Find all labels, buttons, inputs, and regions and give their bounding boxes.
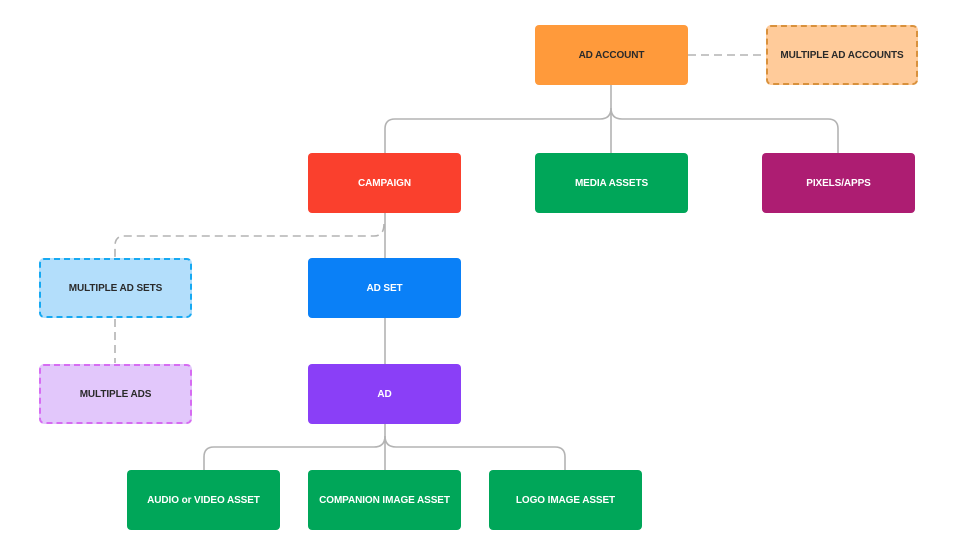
node-ad-set: AD SET [308,258,461,318]
node-companion-image-asset: COMPANION IMAGE ASSET [308,470,461,530]
node-audio-video-asset: AUDIO or VIDEO ASSET [127,470,280,530]
edge-ad-to-audio-video-asset [203,435,386,470]
node-label: AD SET [366,282,403,294]
node-ad-account: AD ACCOUNT [535,25,688,85]
node-label: COMPANION IMAGE ASSET [319,494,450,506]
node-multiple-ad-accounts: MULTIPLE AD ACCOUNTS [766,25,918,85]
node-label: PIXELS/APPS [806,177,871,189]
edge-ad-account-to-campaign [384,107,612,153]
node-pixels-apps: PIXELS/APPS [762,153,915,213]
node-label: LOGO IMAGE ASSET [515,494,616,506]
node-label: MULTIPLE AD SETS [68,282,163,294]
node-label: MULTIPLE ADS [79,388,152,400]
node-campaign: CAMPAIGN [308,153,461,213]
node-ad: AD [308,364,461,424]
edge-ad-account-to-pixels-apps [610,107,839,153]
node-label: AUDIO or VIDEO ASSET [147,494,260,506]
edge-campaign-to-multiple-ad-sets [114,223,385,258]
node-logo-image-asset: LOGO IMAGE ASSET [489,470,642,530]
node-multiple-ads: MULTIPLE ADS [39,364,192,424]
node-multiple-ad-sets: MULTIPLE AD SETS [39,258,192,318]
node-label: CAMPAIGN [358,177,411,189]
edge-ad-to-logo-image-asset [384,435,566,470]
node-label: MULTIPLE AD ACCOUNTS [780,49,904,61]
node-label: AD ACCOUNT [578,49,645,61]
node-label: AD [377,388,392,400]
node-label: MEDIA ASSETS [574,177,649,189]
node-media-assets: MEDIA ASSETS [535,153,688,213]
